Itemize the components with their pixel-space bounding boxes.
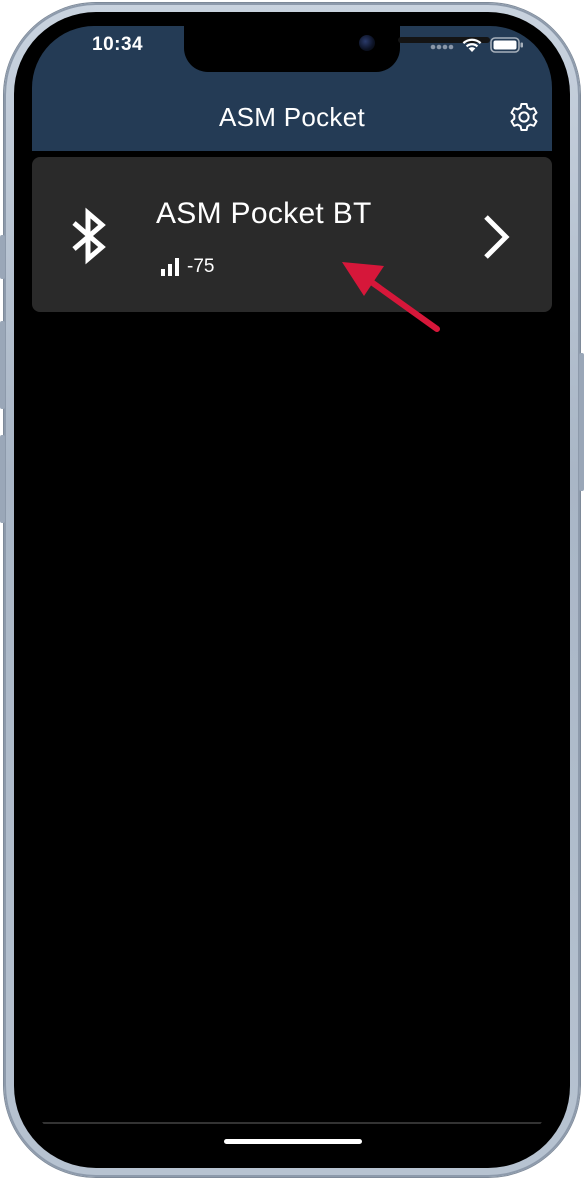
settings-button[interactable] <box>507 100 541 134</box>
volume-up-button <box>0 321 5 409</box>
bluetooth-icon <box>72 207 106 265</box>
front-camera <box>359 35 375 51</box>
wifi-icon <box>461 36 483 58</box>
device-list-item[interactable]: ASM Pocket BT -75 <box>32 157 552 312</box>
page-title: ASM Pocket <box>218 102 366 132</box>
signal-bars-icon <box>161 258 179 276</box>
home-indicator[interactable] <box>224 1139 362 1144</box>
mute-switch <box>0 235 5 279</box>
status-time: 10:34 <box>92 34 144 55</box>
battery-icon <box>490 36 524 58</box>
status-icons <box>430 36 524 58</box>
device-name: ASM Pocket BT <box>156 197 372 230</box>
chevron-right-icon <box>484 215 510 259</box>
power-button <box>579 353 584 491</box>
volume-down-button <box>0 435 5 523</box>
notch <box>184 26 490 72</box>
rssi-value: -75 <box>187 256 215 277</box>
app-screen: 10:34 ASM Pocket ASM Pocket BT -75 <box>32 26 552 1150</box>
annotation-arrow <box>342 262 440 332</box>
cellular-dots-icon <box>430 38 454 56</box>
gear-icon <box>510 103 538 131</box>
bottom-divider <box>42 1122 542 1124</box>
signal-strength: -75 <box>160 256 214 278</box>
